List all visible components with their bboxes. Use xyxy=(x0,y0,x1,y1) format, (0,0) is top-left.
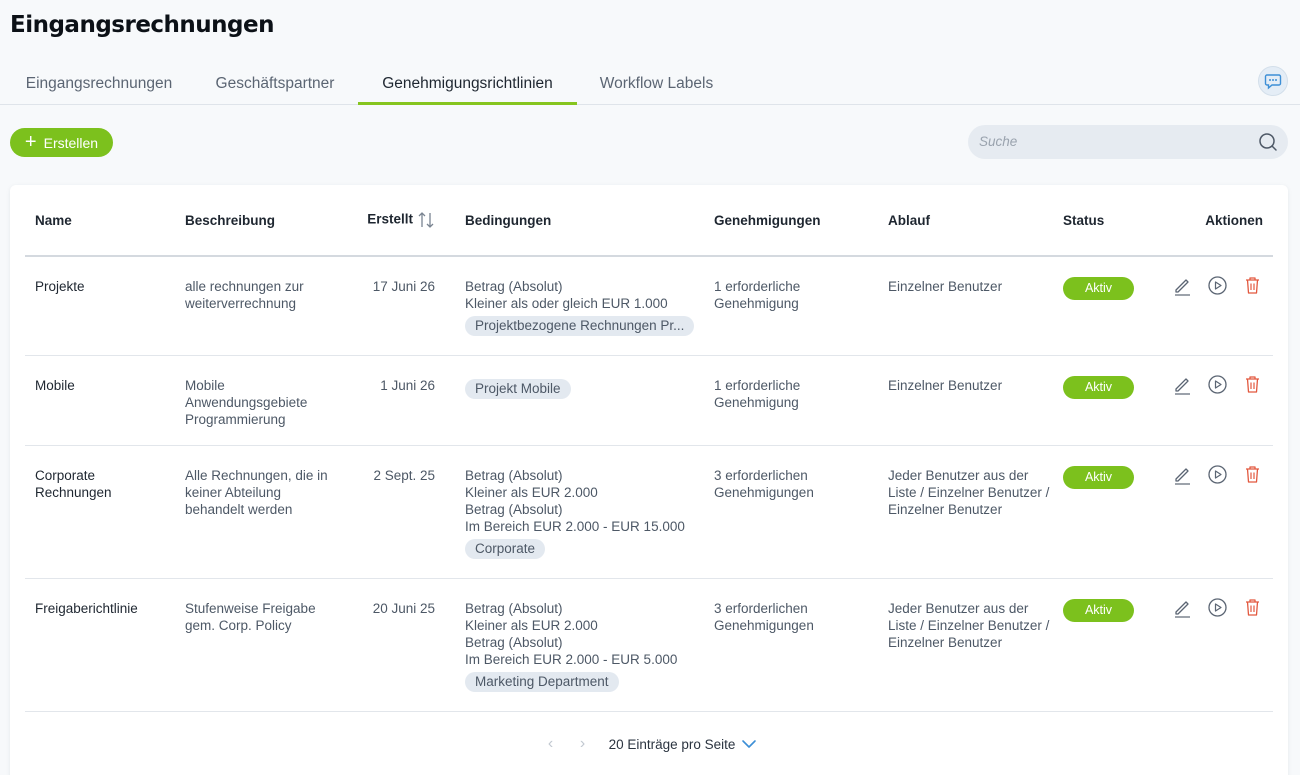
table-header-row: Name Beschreibung Erstellt Bedingungen G… xyxy=(25,185,1273,257)
chevron-right-icon[interactable]: › xyxy=(573,735,593,753)
cell-bedingungen: Betrag (Absolut) Kleiner als EUR 2.000 B… xyxy=(455,445,704,579)
column-header-aktionen: Aktionen xyxy=(1153,185,1273,257)
table-row[interactable]: Mobile Mobile Anwendungsgebiete Programm… xyxy=(25,355,1273,446)
play-icon[interactable] xyxy=(1207,597,1228,618)
column-header-genehmigungen[interactable]: Genehmigungen xyxy=(704,185,878,257)
condition-line: Im Bereich EUR 2.000 - EUR 5.000 xyxy=(465,651,678,667)
condition-line: Betrag (Absolut) xyxy=(465,279,563,294)
status-badge: Aktiv xyxy=(1063,277,1134,300)
status-badge: Aktiv xyxy=(1063,465,1134,489)
condition-tag: Marketing Department xyxy=(465,671,619,692)
tab-geschaeftspartner[interactable]: Geschäftspartner xyxy=(200,66,350,105)
cell-bedingungen: Betrag (Absolut) Kleiner als EUR 2.000 B… xyxy=(455,578,704,712)
play-icon[interactable] xyxy=(1207,275,1228,296)
plus-icon: + xyxy=(24,130,37,153)
cell-ablauf: Einzelner Benutzer xyxy=(878,256,1053,356)
trash-icon[interactable] xyxy=(1242,597,1263,618)
trash-icon[interactable] xyxy=(1242,374,1263,395)
column-header-beschreibung[interactable]: Beschreibung xyxy=(175,185,335,257)
condition-line: Im Bereich EUR 2.000 - EUR 15.000 xyxy=(465,518,685,534)
condition-tag: Projektbezogene Rechnungen Pr... xyxy=(465,316,695,336)
cell-status: Aktiv xyxy=(1053,578,1153,712)
cell-genehmigungen: 1 erforderliche Genehmigung xyxy=(704,256,878,356)
cell-status: Aktiv xyxy=(1053,355,1153,446)
cell-actions xyxy=(1153,355,1273,446)
column-header-name[interactable]: Name xyxy=(25,185,175,257)
column-header-erstellt-label: Erstellt xyxy=(367,211,413,227)
sort-icon[interactable] xyxy=(417,210,435,230)
search-input[interactable] xyxy=(979,134,1249,149)
cell-name: Mobile xyxy=(25,355,175,446)
search-icon[interactable] xyxy=(1258,132,1278,152)
per-page-select[interactable]: 20 Einträge pro Seite xyxy=(609,737,758,752)
status-badge: Aktiv xyxy=(1063,375,1134,399)
chevron-down-icon xyxy=(742,740,757,748)
tab-workflow-labels[interactable]: Workflow Labels xyxy=(589,66,724,105)
cell-erstellt: 17 Juni 26 xyxy=(335,256,455,356)
cell-name: Corporate Rechnungen xyxy=(25,445,175,579)
condition-tag: Corporate xyxy=(465,538,546,559)
condition-line: Kleiner als EUR 2.000 xyxy=(465,484,598,500)
cell-name: Freigaberichtlinie xyxy=(25,578,175,712)
page-title: Eingangsrechnungen xyxy=(10,12,275,38)
condition-line: Betrag (Absolut) xyxy=(465,634,563,650)
cell-erstellt: 1 Juni 26 xyxy=(335,355,455,446)
cell-status: Aktiv xyxy=(1053,256,1153,356)
condition-line: Betrag (Absolut) xyxy=(465,600,563,616)
policy-table-card: Name Beschreibung Erstellt Bedingungen G… xyxy=(10,185,1288,775)
cell-ablauf: Einzelner Benutzer xyxy=(878,355,1053,446)
cell-erstellt: 20 Juni 25 xyxy=(335,578,455,712)
cell-ablauf: Jeder Benutzer aus der Liste / Einzelner… xyxy=(878,445,1053,579)
cell-name: Projekte xyxy=(25,256,175,356)
tab-bar: Eingangsrechnungen Geschäftspartner Gene… xyxy=(0,66,1300,105)
condition-line: Betrag (Absolut) xyxy=(465,467,563,483)
column-header-status[interactable]: Status xyxy=(1053,185,1153,257)
cell-genehmigungen: 1 erforderliche Genehmigung xyxy=(704,355,878,446)
condition-line: Betrag (Absolut) xyxy=(465,501,563,517)
pencil-icon[interactable] xyxy=(1172,275,1193,296)
cell-genehmigungen: 3 erforderlichen Genehmigungen xyxy=(704,445,878,579)
table-row[interactable]: Corporate Rechnungen Alle Rechnungen, di… xyxy=(25,445,1273,579)
pagination: ‹ › 20 Einträge pro Seite xyxy=(10,735,1288,753)
play-icon[interactable] xyxy=(1207,374,1228,395)
status-badge: Aktiv xyxy=(1063,598,1134,622)
tab-eingangsrechnungen[interactable]: Eingangsrechnungen xyxy=(12,66,186,105)
condition-line: Kleiner als oder gleich EUR 1.000 xyxy=(465,296,668,311)
condition-tag: Projekt Mobile xyxy=(465,378,571,399)
trash-icon[interactable] xyxy=(1242,275,1263,296)
cell-beschreibung: alle rechnungen zur weiterverrechnung xyxy=(175,256,335,356)
play-icon[interactable] xyxy=(1207,464,1228,485)
cell-actions xyxy=(1153,578,1273,712)
cell-genehmigungen: 3 erforderlichen Genehmigungen xyxy=(704,578,878,712)
chat-button[interactable] xyxy=(1258,66,1288,96)
column-header-ablauf[interactable]: Ablauf xyxy=(878,185,1053,257)
cell-ablauf: Jeder Benutzer aus der Liste / Einzelner… xyxy=(878,578,1053,712)
tab-genehmigungsrichtlinien[interactable]: Genehmigungsrichtlinien xyxy=(358,66,577,105)
cell-bedingungen: Betrag (Absolut) Kleiner als oder gleich… xyxy=(455,256,704,356)
chat-icon xyxy=(1264,74,1282,90)
policy-table: Name Beschreibung Erstellt Bedingungen G… xyxy=(25,185,1273,712)
cell-actions xyxy=(1153,256,1273,356)
per-page-label: 20 Einträge pro Seite xyxy=(608,736,736,752)
create-button[interactable]: + Erstellen xyxy=(10,128,113,157)
cell-beschreibung: Mobile Anwendungsgebiete Programmierung xyxy=(175,355,335,446)
cell-beschreibung: Alle Rechnungen, die in keiner Abteilung… xyxy=(175,445,335,579)
column-header-erstellt[interactable]: Erstellt xyxy=(335,185,455,257)
pencil-icon[interactable] xyxy=(1172,597,1193,618)
pencil-icon[interactable] xyxy=(1172,374,1193,395)
create-button-label: Erstellen xyxy=(43,134,99,151)
condition-line: Kleiner als EUR 2.000 xyxy=(465,617,598,633)
cell-actions xyxy=(1153,445,1273,579)
column-header-bedingungen[interactable]: Bedingungen xyxy=(455,185,704,257)
table-row[interactable]: Freigaberichtlinie Stufenweise Freigabe … xyxy=(25,578,1273,712)
trash-icon[interactable] xyxy=(1242,464,1263,485)
cell-status: Aktiv xyxy=(1053,445,1153,579)
cell-erstellt: 2 Sept. 25 xyxy=(335,445,455,579)
cell-bedingungen: Projekt Mobile xyxy=(455,355,704,446)
cell-beschreibung: Stufenweise Freigabe gem. Corp. Policy xyxy=(175,578,335,712)
pencil-icon[interactable] xyxy=(1172,464,1193,485)
table-row[interactable]: Projekte alle rechnungen zur weiterverre… xyxy=(25,256,1273,356)
chevron-left-icon[interactable]: ‹ xyxy=(541,735,561,753)
search-box xyxy=(968,125,1288,159)
